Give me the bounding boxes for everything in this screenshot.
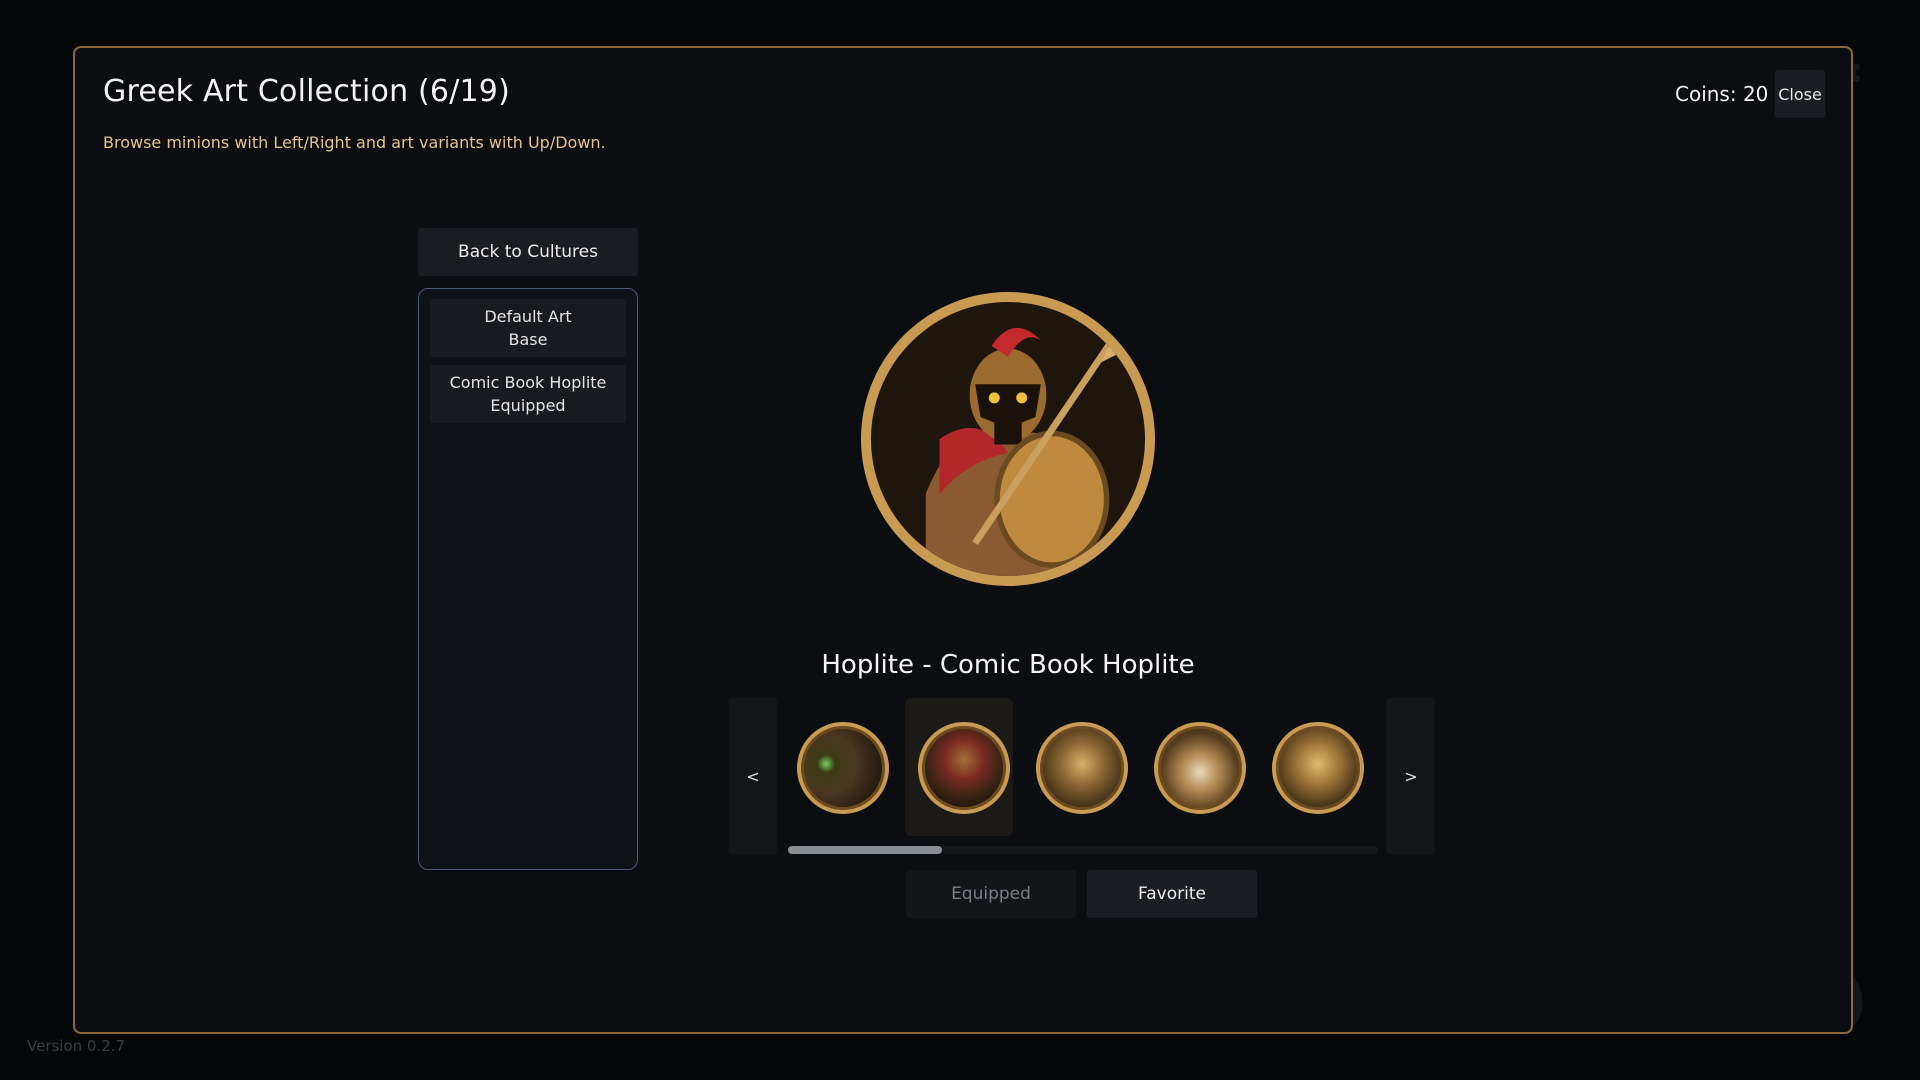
variant-status: Base: [508, 330, 548, 349]
variant-list-panel: Default Art Base Comic Book Hoplite Equi…: [418, 288, 638, 870]
greek-woman-portrait-icon: [1036, 722, 1128, 814]
carousel-thumbnail[interactable]: [1259, 698, 1367, 836]
carousel-scrollbar-thumb[interactable]: [788, 846, 942, 854]
variant-status: Equipped: [490, 396, 566, 415]
modal-title: Greek Art Collection (6/19): [103, 74, 511, 109]
carousel-thumbnail[interactable]: [1141, 698, 1249, 836]
back-to-cultures-button[interactable]: Back to Cultures: [418, 228, 638, 276]
version-label: Version 0.2.7: [27, 1037, 126, 1055]
carousel-thumbnail-selected[interactable]: [905, 698, 1013, 836]
greek-figure-green-orb-portrait-icon: [797, 722, 889, 814]
hoplite-art-svg: [871, 302, 1145, 576]
variant-name: Default Art: [484, 307, 572, 326]
variant-item-default-art[interactable]: Default Art Base: [430, 299, 626, 357]
carousel-next-button[interactable]: >: [1387, 698, 1435, 854]
variant-name: Comic Book Hoplite: [449, 373, 607, 392]
equipped-button: Equipped: [906, 870, 1076, 918]
modal-subtitle: Browse minions with Left/Right and art v…: [103, 133, 606, 152]
greek-woman-portrait-icon: [1272, 722, 1364, 814]
carousel-thumbnail[interactable]: [784, 698, 892, 836]
carousel-prev-button[interactable]: <: [729, 698, 777, 854]
spartan-hoplite-portrait-icon: [918, 722, 1010, 814]
greek-woman-reclining-portrait-icon: [1154, 722, 1246, 814]
carousel-scrollbar[interactable]: [788, 846, 1378, 854]
favorite-button[interactable]: Favorite: [1087, 870, 1257, 918]
art-variant-name: Hoplite - Comic Book Hoplite: [821, 650, 1195, 680]
carousel-thumbnail[interactable]: [1023, 698, 1131, 836]
close-button[interactable]: Close: [1775, 70, 1825, 118]
spartan-hoplite-portrait-icon: [861, 292, 1155, 586]
variant-item-comic-book-hoplite[interactable]: Comic Book Hoplite Equipped: [430, 365, 626, 423]
coins-counter: Coins: 20: [1675, 82, 1769, 106]
